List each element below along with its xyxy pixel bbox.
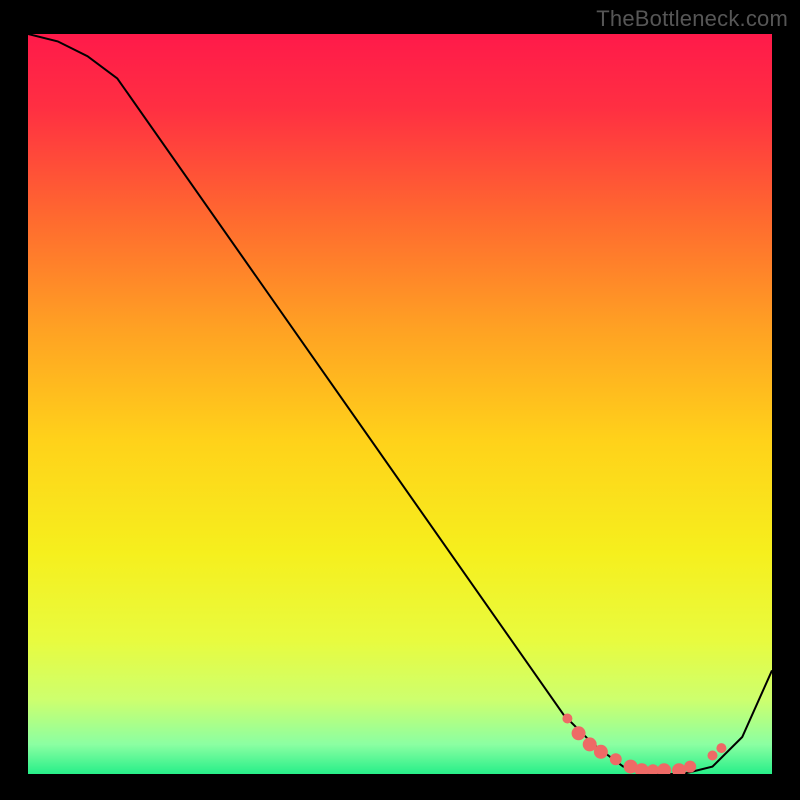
marker-dot xyxy=(716,743,726,753)
marker-dot xyxy=(707,751,717,761)
marker-dot xyxy=(610,753,622,765)
marker-dot xyxy=(594,745,608,759)
plot-area xyxy=(28,34,772,774)
gradient-background xyxy=(28,34,772,774)
attribution-text: TheBottleneck.com xyxy=(596,6,788,32)
marker-dot xyxy=(684,761,696,773)
chart-frame: TheBottleneck.com xyxy=(0,0,800,800)
marker-dot xyxy=(562,714,572,724)
marker-dot xyxy=(572,726,586,740)
chart-svg xyxy=(28,34,772,774)
